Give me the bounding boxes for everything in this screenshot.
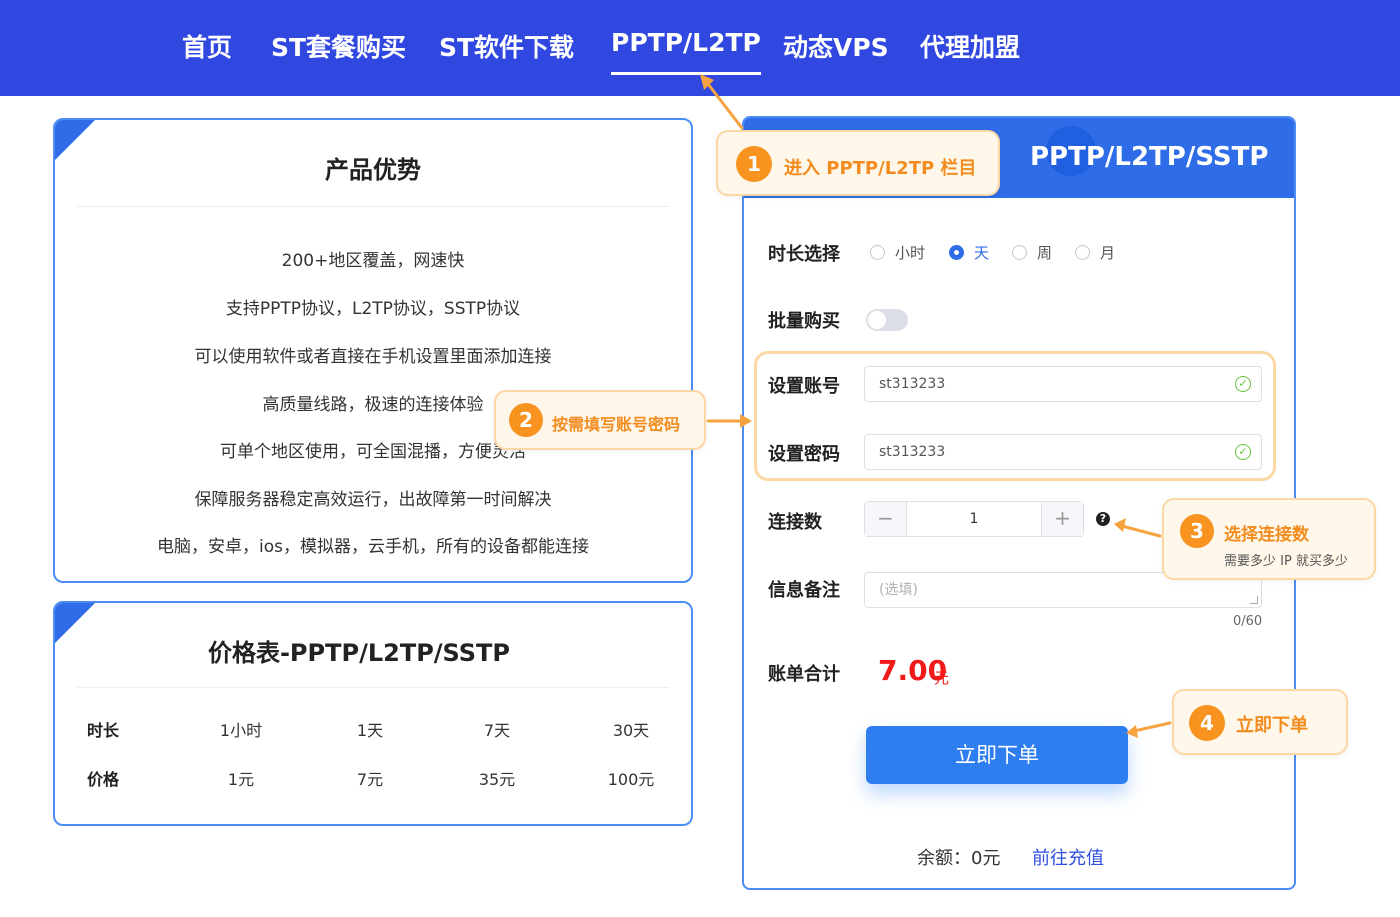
radio-label: 周 bbox=[1037, 244, 1053, 262]
note-label: 信息备注 bbox=[768, 580, 840, 601]
price-duration-cell: 1天 bbox=[356, 721, 384, 740]
nav-st-plan-purchase[interactable]: ST套餐购买 bbox=[271, 28, 406, 64]
price-table-card: 价格表-PPTP/L2TP/SSTP 时长 1小时 1天 7天 30天 价格 1… bbox=[53, 601, 693, 826]
nav-agent-join[interactable]: 代理加盟 bbox=[920, 28, 1020, 64]
nav-dynamic-vps[interactable]: 动态VPS bbox=[783, 28, 889, 64]
order-panel-title: PPTP/L2TP/SSTP bbox=[1030, 142, 1269, 172]
step-number-badge: 4 bbox=[1189, 705, 1225, 741]
account-password-highlight bbox=[754, 351, 1276, 481]
radio-selected-icon bbox=[949, 245, 964, 260]
total-label: 账单合计 bbox=[768, 664, 840, 685]
radio-circle-icon bbox=[1075, 245, 1090, 260]
step-number-badge: 3 bbox=[1180, 514, 1214, 548]
radio-label: 月 bbox=[1100, 244, 1116, 262]
duration-option-hour[interactable]: 小时 bbox=[870, 242, 925, 263]
nav-home[interactable]: 首页 bbox=[182, 28, 232, 64]
price-value-cell: 7元 bbox=[356, 770, 384, 789]
callout-text: 按需填写账号密码 bbox=[552, 415, 681, 434]
price-value-cell: 100元 bbox=[607, 770, 655, 789]
nav-st-software-download[interactable]: ST软件下载 bbox=[439, 28, 574, 64]
duration-option-month[interactable]: 月 bbox=[1075, 242, 1115, 263]
balance-text: 余额：0元 bbox=[917, 848, 1001, 869]
price-duration-cell: 1小时 bbox=[219, 721, 263, 740]
bulk-purchase-toggle[interactable] bbox=[866, 309, 908, 331]
price-table-divider bbox=[77, 687, 669, 688]
callout-step-2: 2 按需填写账号密码 bbox=[494, 390, 706, 450]
note-char-counter: 0/60 bbox=[1233, 614, 1263, 629]
price-row-price-label: 价格 bbox=[87, 770, 120, 789]
radio-label: 天 bbox=[974, 244, 990, 262]
advantages-divider bbox=[77, 206, 669, 207]
advantage-line: 支持PPTP协议，L2TP协议，SSTP协议 bbox=[225, 299, 521, 319]
connections-label: 连接数 bbox=[768, 512, 822, 533]
recharge-link[interactable]: 前往充值 bbox=[1032, 844, 1104, 870]
decrease-button[interactable]: − bbox=[865, 502, 907, 536]
radio-circle-icon bbox=[1012, 245, 1027, 260]
increase-button[interactable]: + bbox=[1041, 502, 1083, 536]
price-duration-cell: 7天 bbox=[483, 721, 511, 740]
connections-value[interactable]: 1 bbox=[907, 502, 1041, 536]
step-number-badge: 2 bbox=[509, 403, 543, 437]
advantage-line: 电脑，安卓，ios，模拟器，云手机，所有的设备都能连接 bbox=[157, 537, 589, 557]
advantage-line: 200+地区覆盖，网速快 bbox=[281, 251, 465, 271]
duration-label: 时长选择 bbox=[768, 244, 840, 265]
step-number-badge: 1 bbox=[736, 146, 772, 182]
price-row-duration-label: 时长 bbox=[87, 721, 120, 740]
duration-option-day[interactable]: 天 bbox=[949, 242, 989, 263]
connections-stepper: − 1 + bbox=[864, 501, 1084, 537]
help-question-icon[interactable]: ? bbox=[1096, 512, 1110, 526]
callout-text: 选择连接数 bbox=[1224, 525, 1309, 545]
order-now-button[interactable]: 立即下单 bbox=[866, 726, 1128, 784]
radio-circle-icon bbox=[870, 245, 885, 260]
advantage-line: 可以使用软件或者直接在手机设置里面添加连接 bbox=[194, 347, 552, 367]
callout-subtext: 需要多少 IP 就买多少 bbox=[1224, 554, 1348, 569]
radio-label: 小时 bbox=[895, 244, 926, 262]
resize-handle-icon[interactable] bbox=[1250, 596, 1258, 604]
callout-step-4: 4 立即下单 bbox=[1172, 689, 1348, 755]
advantage-line: 保障服务器稳定高效运行，出故障第一时间解决 bbox=[194, 490, 552, 510]
price-value-cell: 1元 bbox=[227, 770, 255, 789]
duration-option-week[interactable]: 周 bbox=[1012, 242, 1052, 263]
note-placeholder: (选填) bbox=[879, 582, 918, 598]
bulk-purchase-label: 批量购买 bbox=[768, 311, 840, 332]
price-table-title: 价格表-PPTP/L2TP/SSTP bbox=[207, 639, 511, 667]
top-nav: 首页 ST套餐购买 ST软件下载 PPTP/L2TP 动态VPS 代理加盟 bbox=[0, 0, 1400, 96]
advantages-title: 产品优势 bbox=[325, 156, 421, 184]
callout-step-3: 3 选择连接数 需要多少 IP 就买多少 bbox=[1162, 498, 1376, 580]
total-currency-unit: 元 bbox=[934, 669, 950, 687]
price-value-cell: 35元 bbox=[478, 770, 516, 789]
nav-pptp-l2tp[interactable]: PPTP/L2TP bbox=[611, 28, 761, 75]
callout-text: 进入 PPTP/L2TP 栏目 bbox=[784, 158, 977, 179]
callout-step-1: 1 进入 PPTP/L2TP 栏目 bbox=[716, 130, 1000, 196]
price-duration-cell: 30天 bbox=[612, 721, 650, 740]
advantages-card: 产品优势 200+地区覆盖，网速快 支持PPTP协议，L2TP协议，SSTP协议… bbox=[53, 118, 693, 583]
callout-text: 立即下单 bbox=[1236, 715, 1308, 736]
